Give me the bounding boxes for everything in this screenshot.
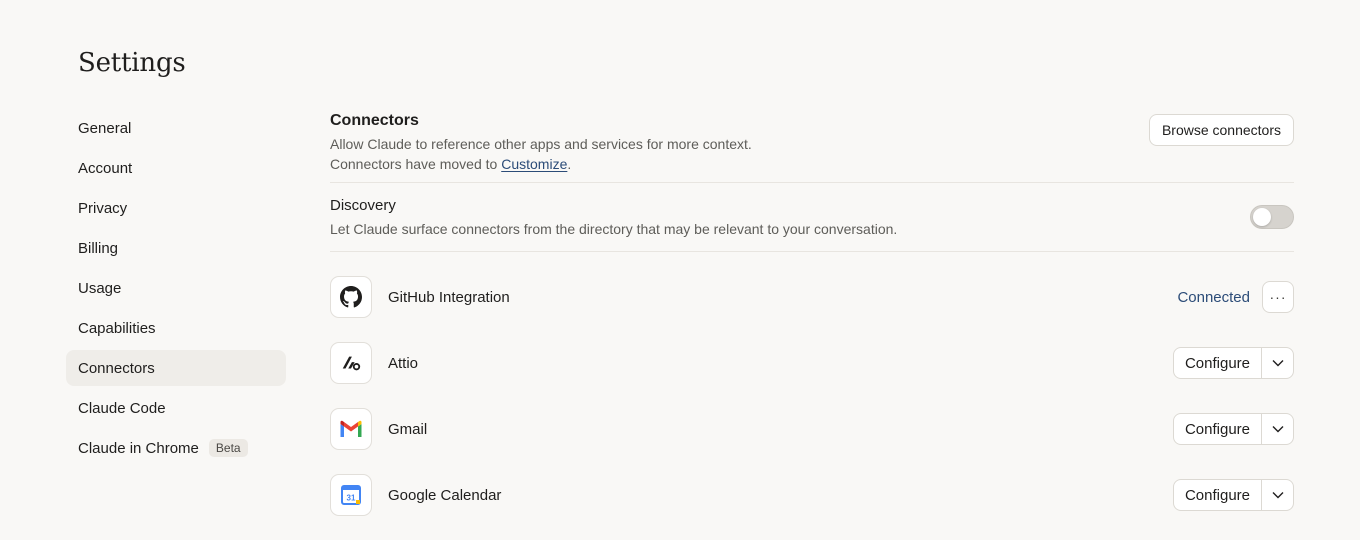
sidebar-item-label: General <box>78 119 132 137</box>
configure-button[interactable]: Configure <box>1174 480 1261 510</box>
sidebar-item-claude-code[interactable]: Claude Code <box>66 390 286 426</box>
sidebar-item-label: Connectors <box>78 359 155 377</box>
browse-connectors-button[interactable]: Browse connectors <box>1148 114 1294 146</box>
description-suffix: . <box>567 156 572 172</box>
github-icon <box>330 276 372 318</box>
more-options-button[interactable]: ··· <box>1262 281 1294 313</box>
sidebar-item-label: Account <box>78 159 133 177</box>
connector-row-github: GitHub Integration Connected ··· <box>330 276 1294 318</box>
sidebar-item-label: Billing <box>78 239 119 257</box>
row-actions: Configure <box>1172 347 1294 379</box>
sidebar-item-label: Usage <box>78 279 122 297</box>
calendar-day: 31 <box>347 494 356 503</box>
discovery-title: Discovery <box>330 197 396 214</box>
dropdown-toggle[interactable] <box>1261 414 1293 444</box>
page-title: Settings <box>78 48 186 78</box>
sidebar-item-connectors[interactable]: Connectors <box>66 350 286 386</box>
connector-row-gmail: Gmail Configure <box>330 408 1294 450</box>
discovery-setting: Discovery Let Claude surface connectors … <box>330 183 1294 251</box>
customize-link[interactable]: Customize <box>501 156 567 172</box>
connector-name: GitHub Integration <box>388 288 510 306</box>
row-actions: Configure <box>1172 479 1294 511</box>
sidebar-item-label: Claude Code <box>78 399 166 417</box>
chevron-down-icon <box>1272 492 1283 499</box>
sidebar-item-usage[interactable]: Usage <box>66 270 286 306</box>
settings-sidebar: General Account Privacy Billing Usage Ca… <box>66 110 286 470</box>
sidebar-item-label: Privacy <box>78 199 128 217</box>
sidebar-item-label: Claude in Chrome <box>78 439 199 457</box>
sidebar-item-privacy[interactable]: Privacy <box>66 190 286 226</box>
configure-button[interactable]: Configure <box>1174 414 1261 444</box>
connector-name: Google Calendar <box>388 486 502 504</box>
sidebar-item-label: Capabilities <box>78 319 156 337</box>
attio-icon <box>330 342 372 384</box>
sidebar-item-claude-in-chrome[interactable]: Claude in Chrome Beta <box>66 430 286 466</box>
row-actions: Connected ··· <box>1177 281 1294 313</box>
sidebar-item-account[interactable]: Account <box>66 150 286 186</box>
discovery-description: Let Claude surface connectors from the d… <box>330 221 898 237</box>
dropdown-toggle[interactable] <box>1261 480 1293 510</box>
connector-row-google-calendar: 31 Google Calendar Configure <box>330 474 1294 516</box>
google-calendar-icon: 31 <box>330 474 372 516</box>
sidebar-item-general[interactable]: General <box>66 110 286 146</box>
chevron-down-icon <box>1272 426 1283 433</box>
sidebar-item-capabilities[interactable]: Capabilities <box>66 310 286 346</box>
connectors-header: Connectors Allow Claude to reference oth… <box>330 112 1294 182</box>
description-line-2: Connectors have moved to Customize. <box>330 154 1294 174</box>
ellipsis-icon: ··· <box>1269 289 1287 305</box>
dropdown-toggle[interactable] <box>1261 348 1293 378</box>
description-prefix: Connectors have moved to <box>330 156 502 172</box>
configure-split-button: Configure <box>1172 413 1294 445</box>
connector-name: Attio <box>388 354 419 372</box>
configure-button[interactable]: Configure <box>1174 348 1261 378</box>
sidebar-item-billing[interactable]: Billing <box>66 230 286 266</box>
connector-list: GitHub Integration Connected ··· Attio C… <box>330 252 1294 516</box>
toggle-knob <box>1253 208 1271 226</box>
connected-status: Connected <box>1177 288 1250 306</box>
configure-split-button: Configure <box>1172 479 1294 511</box>
discovery-toggle[interactable] <box>1250 205 1294 229</box>
connector-row-attio: Attio Configure <box>330 342 1294 384</box>
row-actions: Configure <box>1172 413 1294 445</box>
gmail-icon <box>330 408 372 450</box>
configure-split-button: Configure <box>1172 347 1294 379</box>
beta-badge: Beta <box>208 439 248 457</box>
chevron-down-icon <box>1272 360 1283 367</box>
connector-name: Gmail <box>388 420 428 438</box>
connectors-panel: Connectors Allow Claude to reference oth… <box>330 110 1294 540</box>
